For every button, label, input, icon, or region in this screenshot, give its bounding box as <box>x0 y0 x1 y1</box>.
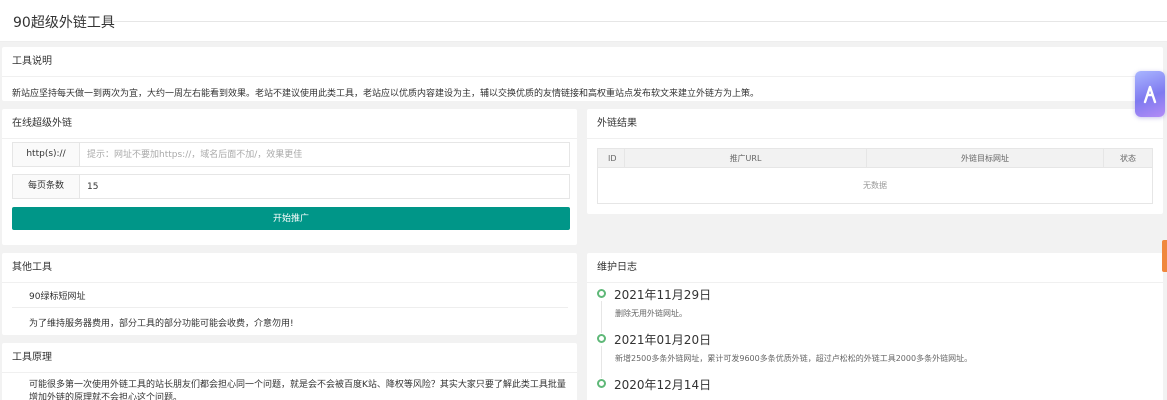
timeline-dot <box>597 379 606 388</box>
column-header-target-url: 外链目标网址 <box>867 149 1104 167</box>
principle-text: 可能很多第一次使用外链工具的站长朋友们都会担心同一个问题，就是会不会被百度K站、… <box>29 380 566 400</box>
timeline-dot <box>597 289 606 298</box>
card-title: 工具说明 <box>2 47 1163 77</box>
tool-principle-card: 工具原理 可能很多第一次使用外链工具的站长朋友们都会担心同一个问题，就是会不会被… <box>2 343 577 400</box>
card-title: 在线超级外链 <box>2 109 577 139</box>
empty-state: 无数据 <box>863 181 887 190</box>
green-short-url-link[interactable]: 90绿标短网址 <box>12 289 568 302</box>
maintenance-log-card: 维护日志 2021年11月29日 删除无用外链网址。 2021年01月20日 新… <box>587 253 1163 400</box>
log-text: 新增2500多条外链网址，累计可发9600多条优质外链，超过卢松松的外链工具20… <box>615 354 973 363</box>
description-text: 新站应坚持每天做一到两次为宜，大约一周左右能看到效果。老站不建议使用此类工具，老… <box>12 89 760 99</box>
url-input[interactable] <box>81 143 569 166</box>
page-title: 90超级外链工具 <box>13 15 115 31</box>
cursor-arrow-icon <box>1143 85 1157 104</box>
log-date: 2021年01月20日 <box>614 333 712 347</box>
table-header: ID 推广URL 外链目标网址 状态 <box>598 149 1152 168</box>
count-label: 每页条数 <box>13 175 80 198</box>
page-header: 90超级外链工具 <box>0 0 1167 42</box>
tool-description-card: 工具说明 新站应坚持每天做一到两次为宜，大约一周左右能看到效果。老站不建议使用此… <box>2 47 1163 101</box>
header-divider <box>112 21 1167 22</box>
timeline-line <box>601 346 602 378</box>
timeline-dot <box>597 334 606 343</box>
url-row: http(s):// <box>12 142 570 167</box>
card-title: 外链结果 <box>587 109 1163 139</box>
other-tools-card: 其他工具 90绿标短网址 为了维持服务器费用，部分工具的部分功能可能会收费，介意… <box>2 253 577 335</box>
column-header-status: 状态 <box>1120 154 1136 163</box>
card-title: 其他工具 <box>2 253 577 283</box>
online-superlink-card: 在线超级外链 http(s):// 每页条数 开始推广 <box>2 109 577 245</box>
log-text: 删除无用外链网址。 <box>615 309 687 318</box>
card-title: 工具原理 <box>2 343 577 373</box>
result-table: ID 推广URL 外链目标网址 状态 无数据 <box>597 148 1153 204</box>
start-promotion-button[interactable]: 开始推广 <box>12 207 570 230</box>
count-row: 每页条数 <box>12 174 570 199</box>
timeline-line <box>601 301 602 333</box>
card-title: 维护日志 <box>587 253 1163 283</box>
floating-assistant-button[interactable] <box>1135 71 1165 117</box>
link-result-card: 外链结果 ID 推广URL 外链目标网址 状态 无数据 <box>587 109 1163 214</box>
log-date: 2020年12月14日 <box>614 378 712 392</box>
log-date: 2021年11月29日 <box>614 288 712 302</box>
url-prefix-label: http(s):// <box>13 143 80 166</box>
column-header-id: ID <box>598 149 625 167</box>
per-page-count-input[interactable] <box>81 175 569 198</box>
divider <box>12 307 568 308</box>
column-header-promo-url: 推广URL <box>625 149 867 167</box>
side-feedback-tab[interactable] <box>1162 240 1167 272</box>
fee-notice: 为了维持服务器费用，部分工具的部分功能可能会收费，介意勿用! <box>29 319 294 329</box>
